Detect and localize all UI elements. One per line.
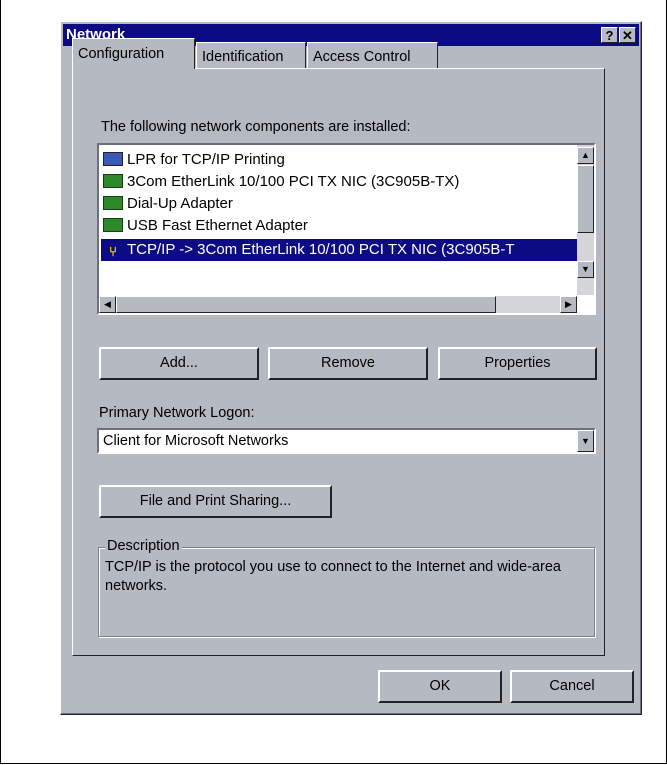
list-item[interactable]: 3Com EtherLink 10/100 PCI TX NIC (3C905B… — [103, 171, 573, 193]
list-item[interactable]: USB Fast Ethernet Adapter — [103, 215, 573, 237]
horizontal-scrollbar[interactable]: ◀ ▶ — [99, 296, 577, 313]
scroll-left-button[interactable]: ◀ — [99, 296, 116, 313]
list-item-label: USB Fast Ethernet Adapter — [127, 217, 308, 234]
scroll-up-button[interactable]: ▲ — [577, 147, 594, 164]
components-list[interactable]: LPR for TCP/IP Printing 3Com EtherLink 1… — [97, 143, 596, 315]
tab-identification[interactable]: Identification — [196, 42, 306, 68]
scroll-right-button[interactable]: ▶ — [560, 296, 577, 313]
ok-button[interactable]: OK — [378, 670, 502, 703]
network-card-icon — [103, 196, 123, 210]
cancel-button[interactable]: Cancel — [510, 670, 634, 703]
protocol-icon: ⑂ — [109, 244, 117, 259]
list-item-label: LPR for TCP/IP Printing — [127, 151, 285, 168]
primary-logon-value: Client for Microsoft Networks — [103, 433, 289, 449]
tab-access-control-label: Access Control — [313, 49, 411, 65]
tab-identification-label: Identification — [202, 49, 284, 65]
list-item-label: TCP/IP -> 3Com EtherLink 10/100 PCI TX N… — [127, 241, 515, 258]
primary-logon-select[interactable]: Client for Microsoft Networks ▼ — [97, 428, 596, 454]
description-legend: Description — [105, 538, 182, 554]
list-item[interactable]: Dial-Up Adapter — [103, 193, 573, 215]
network-card-icon — [103, 174, 123, 188]
remove-button[interactable]: Remove — [268, 347, 428, 380]
tab-configuration-label: Configuration — [78, 46, 165, 62]
scroll-down-button[interactable]: ▼ — [577, 261, 594, 278]
description-text: TCP/IP is the protocol you use to connec… — [105, 559, 561, 594]
list-item[interactable]: LPR for TCP/IP Printing — [103, 149, 573, 171]
vertical-scrollbar[interactable]: ▲ ▼ — [577, 145, 594, 295]
list-item-label: 3Com EtherLink 10/100 PCI TX NIC (3C905B… — [127, 173, 460, 190]
vertical-scroll-thumb[interactable] — [577, 165, 594, 233]
file-print-sharing-button[interactable]: File and Print Sharing... — [99, 485, 332, 518]
list-item-label: Dial-Up Adapter — [127, 195, 233, 212]
help-button[interactable]: ? — [601, 27, 618, 43]
printer-icon — [103, 152, 123, 166]
tab-configuration[interactable]: Configuration — [72, 38, 195, 69]
close-button[interactable]: ✕ — [619, 27, 636, 43]
description-group: Description TCP/IP is the protocol you u… — [98, 538, 595, 637]
horizontal-scroll-thumb[interactable] — [116, 296, 496, 313]
network-card-icon — [103, 218, 123, 232]
list-item-selected[interactable]: ⑂ TCP/IP -> 3Com EtherLink 10/100 PCI TX … — [101, 239, 578, 261]
add-button[interactable]: Add... — [99, 347, 259, 380]
primary-logon-label: Primary Network Logon: — [99, 405, 255, 421]
properties-button[interactable]: Properties — [438, 347, 597, 380]
components-label: The following network components are ins… — [101, 119, 411, 135]
tab-access-control[interactable]: Access Control — [307, 42, 438, 68]
chevron-down-icon[interactable]: ▼ — [577, 430, 594, 452]
